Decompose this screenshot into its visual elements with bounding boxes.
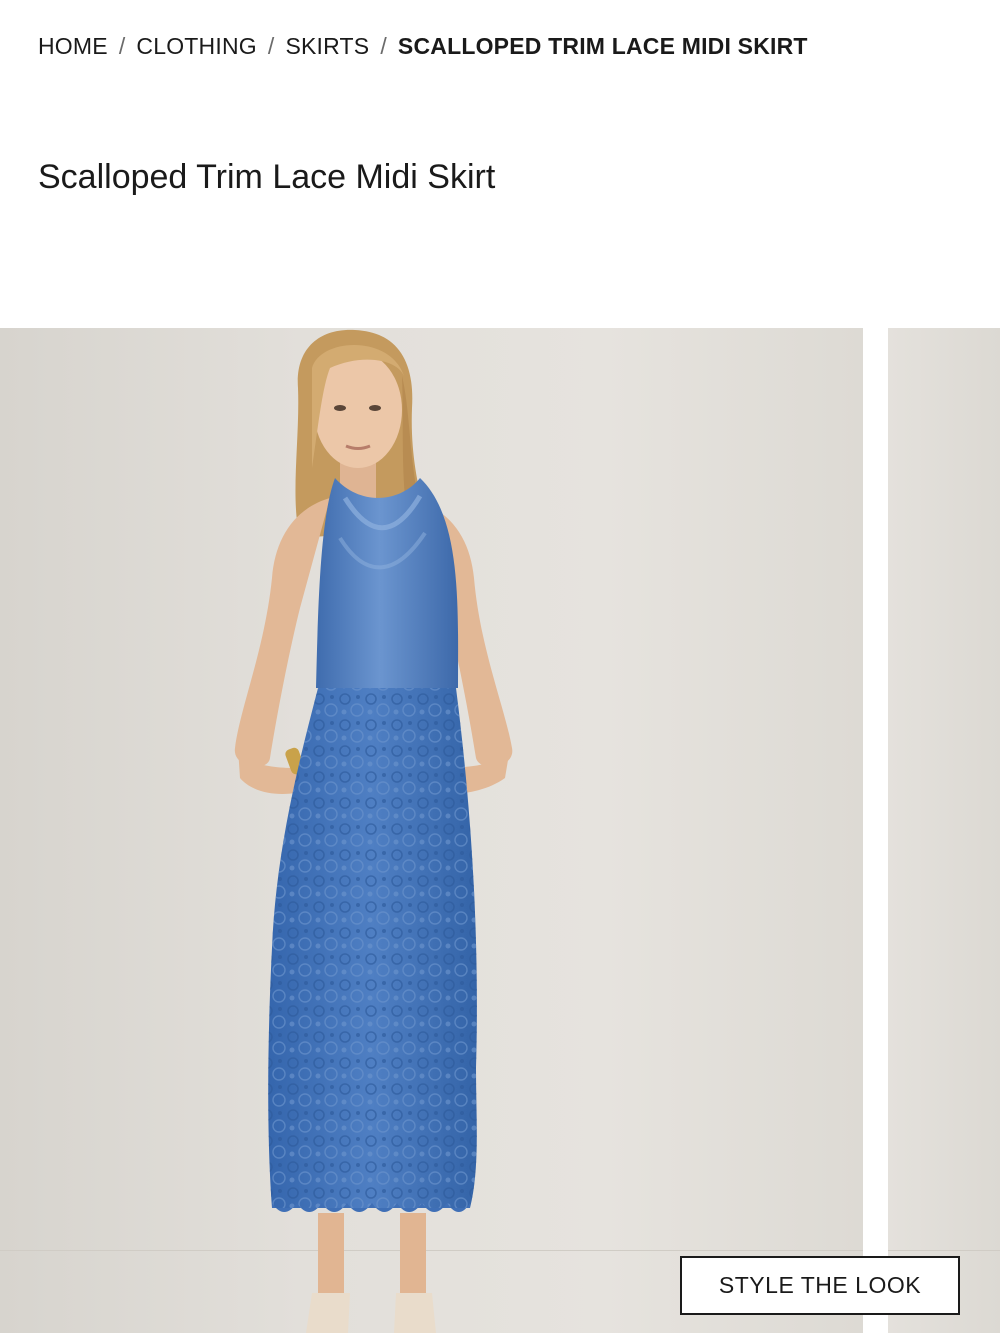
product-image-main[interactable] (0, 328, 863, 1333)
floor-line (888, 1250, 1000, 1251)
page-title: Scalloped Trim Lace Midi Skirt (38, 158, 496, 196)
style-the-look-button[interactable]: STYLE THE LOOK (680, 1256, 960, 1315)
breadcrumb: HOME / CLOTHING / SKIRTS / SCALLOPED TRI… (38, 33, 808, 60)
model-illustration (234, 329, 513, 1333)
breadcrumb-separator: / (380, 33, 387, 59)
product-image-next[interactable] (888, 328, 1000, 1333)
product-image-gallery[interactable] (0, 328, 1000, 1333)
breadcrumb-skirts-link[interactable]: SKIRTS (285, 33, 369, 60)
breadcrumb-home-link[interactable]: HOME (38, 33, 108, 60)
breadcrumb-separator: / (267, 33, 275, 59)
breadcrumb-separator: / (118, 33, 126, 59)
breadcrumb-current: SCALLOPED TRIM LACE MIDI SKIRT (397, 33, 808, 59)
breadcrumb-clothing-link[interactable]: CLOTHING (136, 33, 256, 60)
